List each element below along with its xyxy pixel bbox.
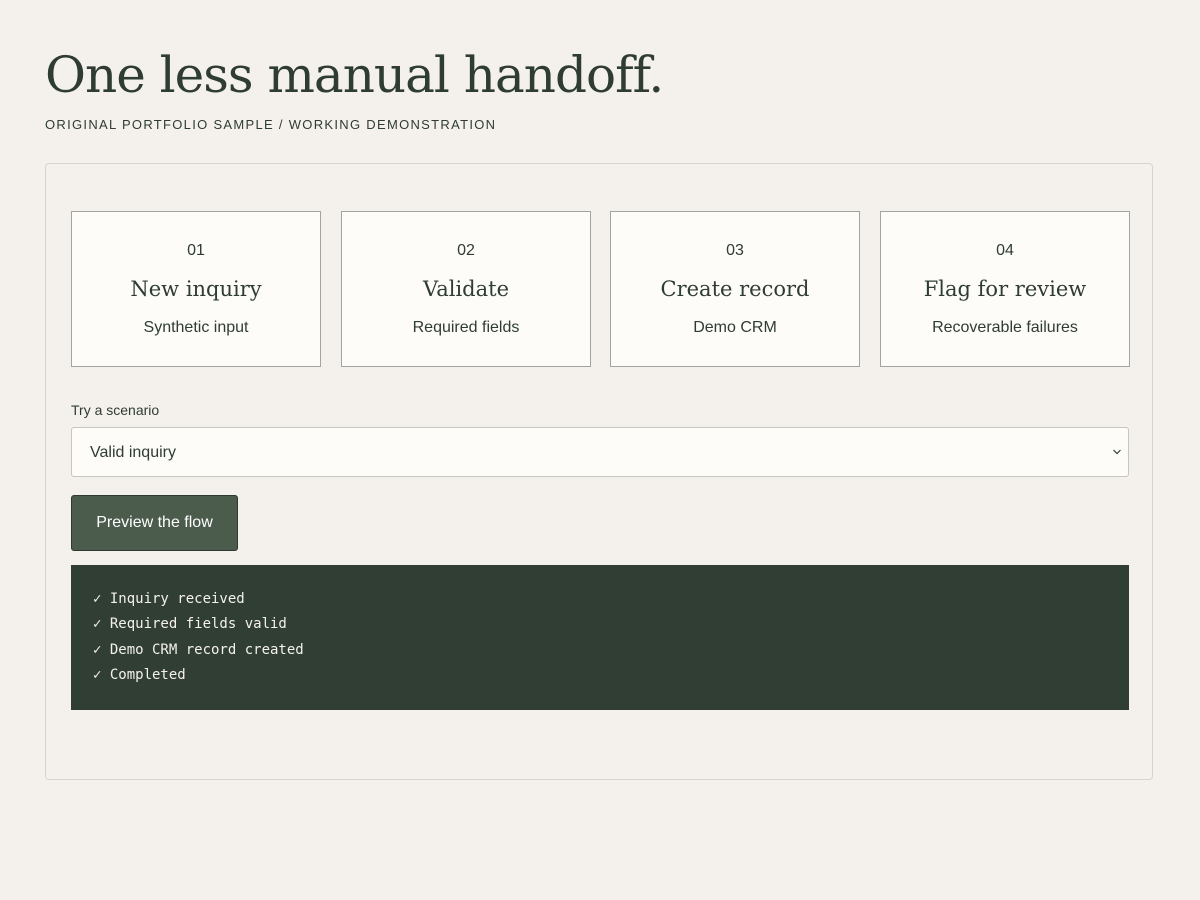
preview-flow-button[interactable]: Preview the flow [71,495,238,551]
log-line: ✓ Demo CRM record created [93,641,304,658]
step-card-validate: 02 Validate Required fields [341,211,591,367]
scenario-select[interactable]: Valid inquiry [71,427,1129,477]
step-description: Required fields [412,319,520,336]
step-description: Recoverable failures [932,319,1078,336]
step-number: 01 [187,242,205,259]
step-number: 04 [996,242,1014,259]
step-description: Demo CRM [693,319,777,336]
log-line: ✓ Required fields valid [93,616,287,633]
log-line: ✓ Completed [93,666,186,683]
step-number: 03 [726,242,744,259]
scenario-label: Try a scenario [71,402,160,418]
page-subtitle: ORIGINAL PORTFOLIO SAMPLE / WORKING DEMO… [45,117,497,132]
flow-log-output: ✓ Inquiry received ✓ Required fields val… [71,565,1129,710]
step-description: Synthetic input [143,319,249,336]
log-line: ✓ Inquiry received [93,591,245,607]
chevron-down-icon [1110,442,1124,462]
step-card-flag-for-review: 04 Flag for review Recoverable failures [880,211,1130,367]
step-title: Validate [422,277,510,301]
step-title: New inquiry [130,277,262,301]
flow-panel: 01 New inquiry Synthetic input 02 Valida… [45,163,1153,780]
step-card-create-record: 03 Create record Demo CRM [610,211,860,367]
step-number: 02 [457,242,475,259]
step-card-new-inquiry: 01 New inquiry Synthetic input [71,211,321,367]
step-title: Flag for review [923,277,1087,301]
page-title: One less manual handoff. [45,46,664,104]
scenario-select-value: Valid inquiry [90,444,176,461]
step-title: Create record [660,277,810,301]
